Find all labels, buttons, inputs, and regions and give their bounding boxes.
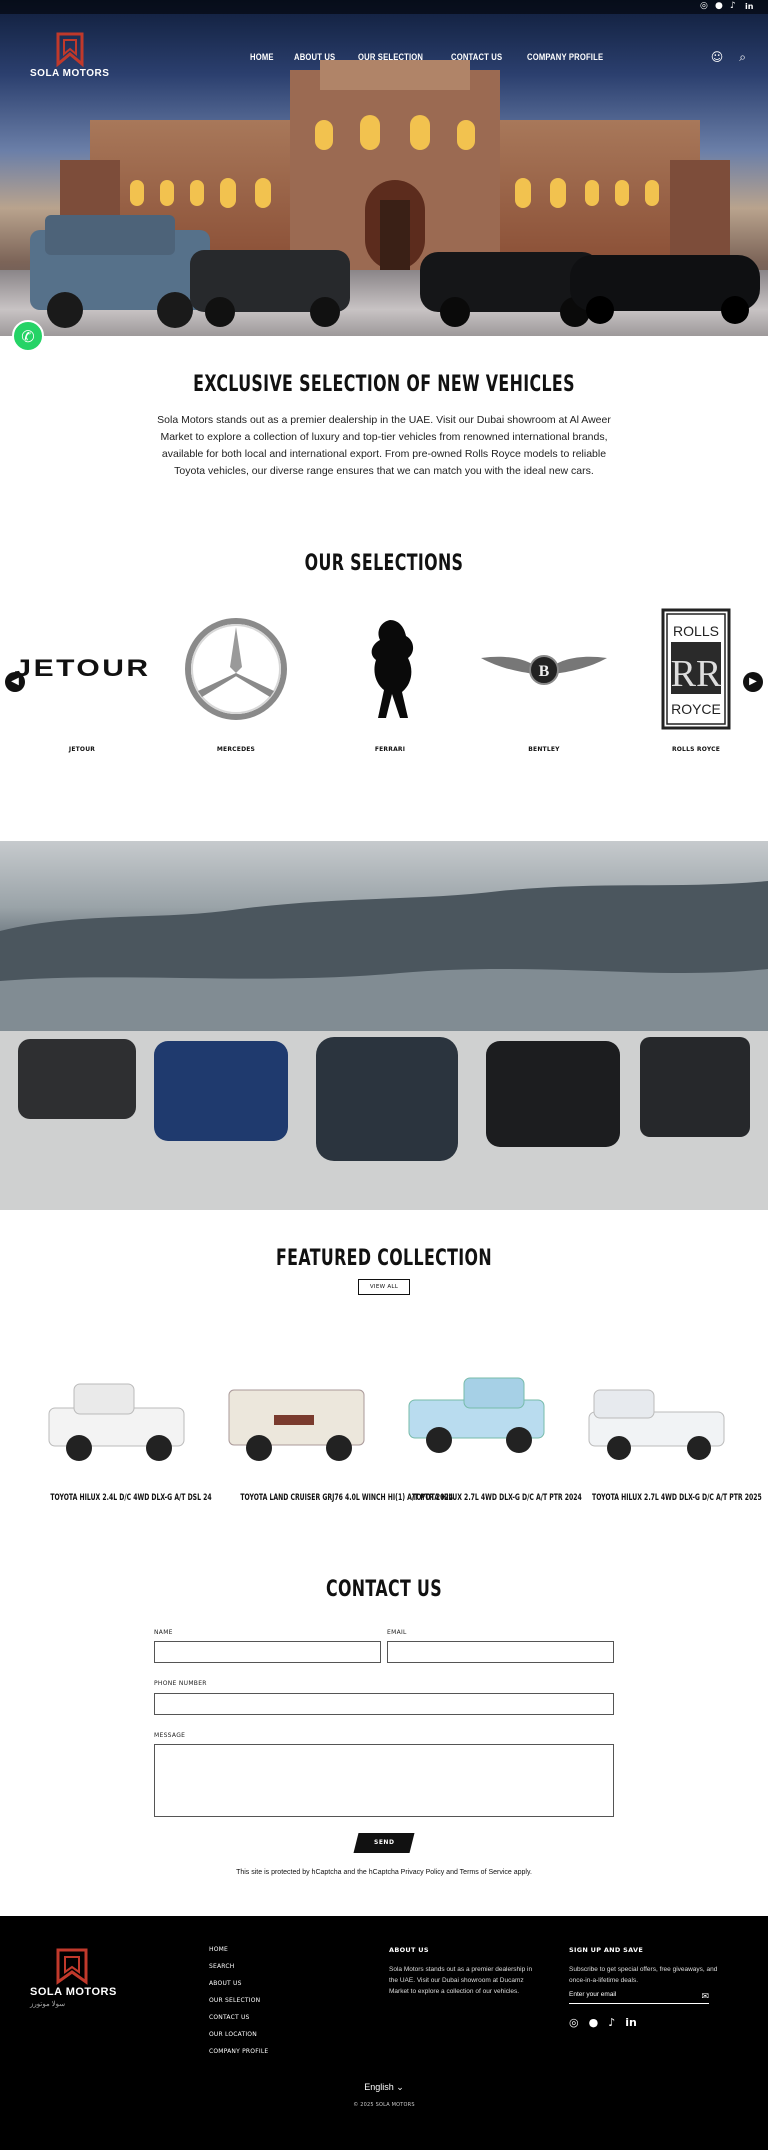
footer-about-title: ABOUT US <box>389 1946 429 1954</box>
nav-contact-us[interactable]: CONTACT US <box>451 52 502 62</box>
nav-our-selection[interactable]: OUR SELECTION <box>358 52 423 62</box>
product-card[interactable]: TOYOTA HILUX 2.7L 4WD DLX-G D/C A/T PTR … <box>564 1360 762 1520</box>
name-label: NAME <box>154 1629 173 1636</box>
instagram-icon[interactable]: ◎ <box>700 2 709 11</box>
footer-link-contact-us[interactable]: CONTACT US <box>209 2014 268 2031</box>
brand-label: JETOUR <box>68 746 96 753</box>
tiktok-icon[interactable]: ♪ <box>608 2016 615 2029</box>
product-image <box>408 1377 545 1453</box>
product-name: TOYOTA HILUX 2.7L 4WD DLX-G D/C A/T PTR … <box>412 1493 582 1503</box>
linkedin-icon[interactable]: in <box>625 2016 637 2029</box>
svg-text:ROYCE: ROYCE <box>671 701 721 717</box>
whatsapp-icon[interactable]: ✆ <box>12 320 44 352</box>
footer-link-our-selection[interactable]: OUR SELECTION <box>209 1997 268 2014</box>
brand-card-mercedes[interactable]: MERCEDES <box>166 604 306 764</box>
nav-home[interactable]: HOME <box>250 52 274 62</box>
linkedin-icon[interactable]: in <box>745 2 754 11</box>
mercedes-logo <box>166 604 306 734</box>
view-all-button[interactable]: VIEW ALL <box>358 1279 410 1295</box>
nav-company-profile[interactable]: COMPANY PROFILE <box>527 52 603 62</box>
top-bar <box>0 0 768 14</box>
tiktok-icon[interactable]: ♪ <box>730 2 739 11</box>
footer-social-links: ◎ ● ♪ in <box>569 2016 637 2029</box>
logo-text: SOLA MOTORS <box>30 68 110 79</box>
name-field[interactable] <box>154 1641 381 1663</box>
instagram-icon[interactable]: ◎ <box>569 2016 579 2029</box>
product-image <box>48 1383 185 1461</box>
chevron-down-icon: ⌄ <box>396 2082 404 2092</box>
chevron-right-icon[interactable]: ▶ <box>743 672 763 692</box>
rolls-royce-logo: ROLLS RR ROYCE <box>626 604 766 734</box>
frozen-lake-cars-banner <box>0 841 768 1210</box>
featured-title: FEATURED COLLECTION <box>275 1246 492 1271</box>
sola-motors-logo[interactable] <box>28 30 112 90</box>
footer-logo-text: SOLA MOTORS <box>30 1986 117 1998</box>
footer-signup-text: Subscribe to get special offers, free gi… <box>569 1966 718 1984</box>
hero-banner: ◎ ● ♪ in SOLA MOTORS HOME ABOUT US OUR S… <box>0 0 768 336</box>
footer-nav: HOME SEARCH ABOUT US OUR SELECTION CONTA… <box>209 1946 268 2065</box>
nav-about-us[interactable]: ABOUT US <box>294 52 335 62</box>
send-button[interactable]: SEND <box>353 1833 415 1853</box>
featured-products: TOYOTA HILUX 2.4L D/C 4WD DLX-G A/T DSL … <box>0 1360 768 1520</box>
product-name: TOYOTA LAND CRUISER GRJ76 4.0L WINCH HI(… <box>240 1493 453 1503</box>
brand-label: MERCEDES <box>216 746 256 753</box>
hero-cars-image <box>30 215 760 328</box>
svg-text:ROLLS: ROLLS <box>673 623 719 639</box>
footer-signup-title: SIGN UP AND SAVE <box>569 1946 644 1954</box>
search-icon[interactable]: ⌕ <box>739 50 746 65</box>
product-name: TOYOTA HILUX 2.4L D/C 4WD DLX-G A/T DSL … <box>50 1493 212 1503</box>
brand-card-ferrari[interactable]: FERRARI <box>320 604 460 764</box>
footer-link-search[interactable]: SEARCH <box>209 1963 268 1980</box>
facebook-icon[interactable]: ● <box>589 2016 599 2029</box>
message-label: MESSAGE <box>154 1732 186 1739</box>
ferrari-horse-logo <box>320 604 460 734</box>
intro-title: EXCLUSIVE SELECTION OF NEW VEHICLES <box>193 372 575 397</box>
intro-paragraph: Sola Motors stands out as a premier deal… <box>157 414 611 477</box>
message-field[interactable] <box>154 1744 614 1817</box>
product-name: TOYOTA HILUX 2.7L 4WD DLX-G D/C A/T PTR … <box>592 1493 762 1503</box>
product-image <box>588 1389 725 1460</box>
top-social-links: ◎ ● ♪ in <box>700 2 754 12</box>
captcha-notice: This site is protected by hCaptcha and t… <box>236 1869 532 1876</box>
product-card[interactable]: TOYOTA HILUX 2.7L 4WD DLX-G D/C A/T PTR … <box>384 1360 582 1520</box>
footer-link-our-location[interactable]: OUR LOCATION <box>209 2031 268 2048</box>
facebook-icon[interactable]: ● <box>715 2 724 11</box>
footer-about-text: Sola Motors stands out as a premier deal… <box>389 1966 533 1995</box>
footer-link-home[interactable]: HOME <box>209 1946 268 1963</box>
email-label: EMAIL <box>387 1629 407 1636</box>
footer-link-company-profile[interactable]: COMPANY PROFILE <box>209 2048 268 2065</box>
brand-label: BENTLEY <box>528 746 560 753</box>
bentley-logo: B <box>474 604 614 734</box>
copyright-text: © 2025 SOLA MOTORS <box>353 2102 415 2108</box>
brand-card-jetour[interactable]: JETOUR JETOUR <box>12 604 152 764</box>
svg-text:B: B <box>539 663 550 680</box>
mail-icon[interactable]: ✉ <box>701 1989 709 2003</box>
header-icons: ☺ ⌕ <box>711 50 746 65</box>
footer-email-input[interactable]: Enter your email ✉ <box>569 1988 709 2004</box>
brand-card-bentley[interactable]: B BENTLEY <box>474 604 614 764</box>
footer-link-about-us[interactable]: ABOUT US <box>209 1980 268 1997</box>
phone-field[interactable] <box>154 1693 614 1715</box>
language-selector[interactable]: English ⌄ <box>0 2082 768 2093</box>
footer-logo-subtext: سولا موتورز <box>30 2001 66 2008</box>
phone-label: PHONE NUMBER <box>154 1680 207 1687</box>
account-icon[interactable]: ☺ <box>711 50 724 65</box>
selections-title: OUR SELECTIONS <box>304 551 464 576</box>
product-card[interactable]: TOYOTA HILUX 2.4L D/C 4WD DLX-G A/T DSL … <box>24 1360 212 1520</box>
contact-title: CONTACT US <box>325 1577 442 1602</box>
main-nav: HOME ABOUT US OUR SELECTION CONTACT US C… <box>250 52 617 62</box>
chevron-left-icon[interactable]: ◀ <box>5 672 25 692</box>
site-footer: SOLA MOTORS سولا موتورز HOME SEARCH ABOU… <box>0 1916 768 2150</box>
brand-carousel: JETOUR JETOUR MERCEDES FERRARI B BENTLEY… <box>0 604 768 764</box>
product-card[interactable]: TOYOTA LAND CRUISER GRJ76 4.0L WINCH HI(… <box>204 1360 453 1520</box>
jetour-logo: JETOUR <box>13 655 151 682</box>
svg-text:RR: RR <box>671 653 722 695</box>
brand-label: ROLLS ROYCE <box>671 746 721 753</box>
email-field[interactable] <box>387 1641 614 1663</box>
product-image <box>228 1389 365 1461</box>
brand-label: FERRARI <box>374 746 406 753</box>
